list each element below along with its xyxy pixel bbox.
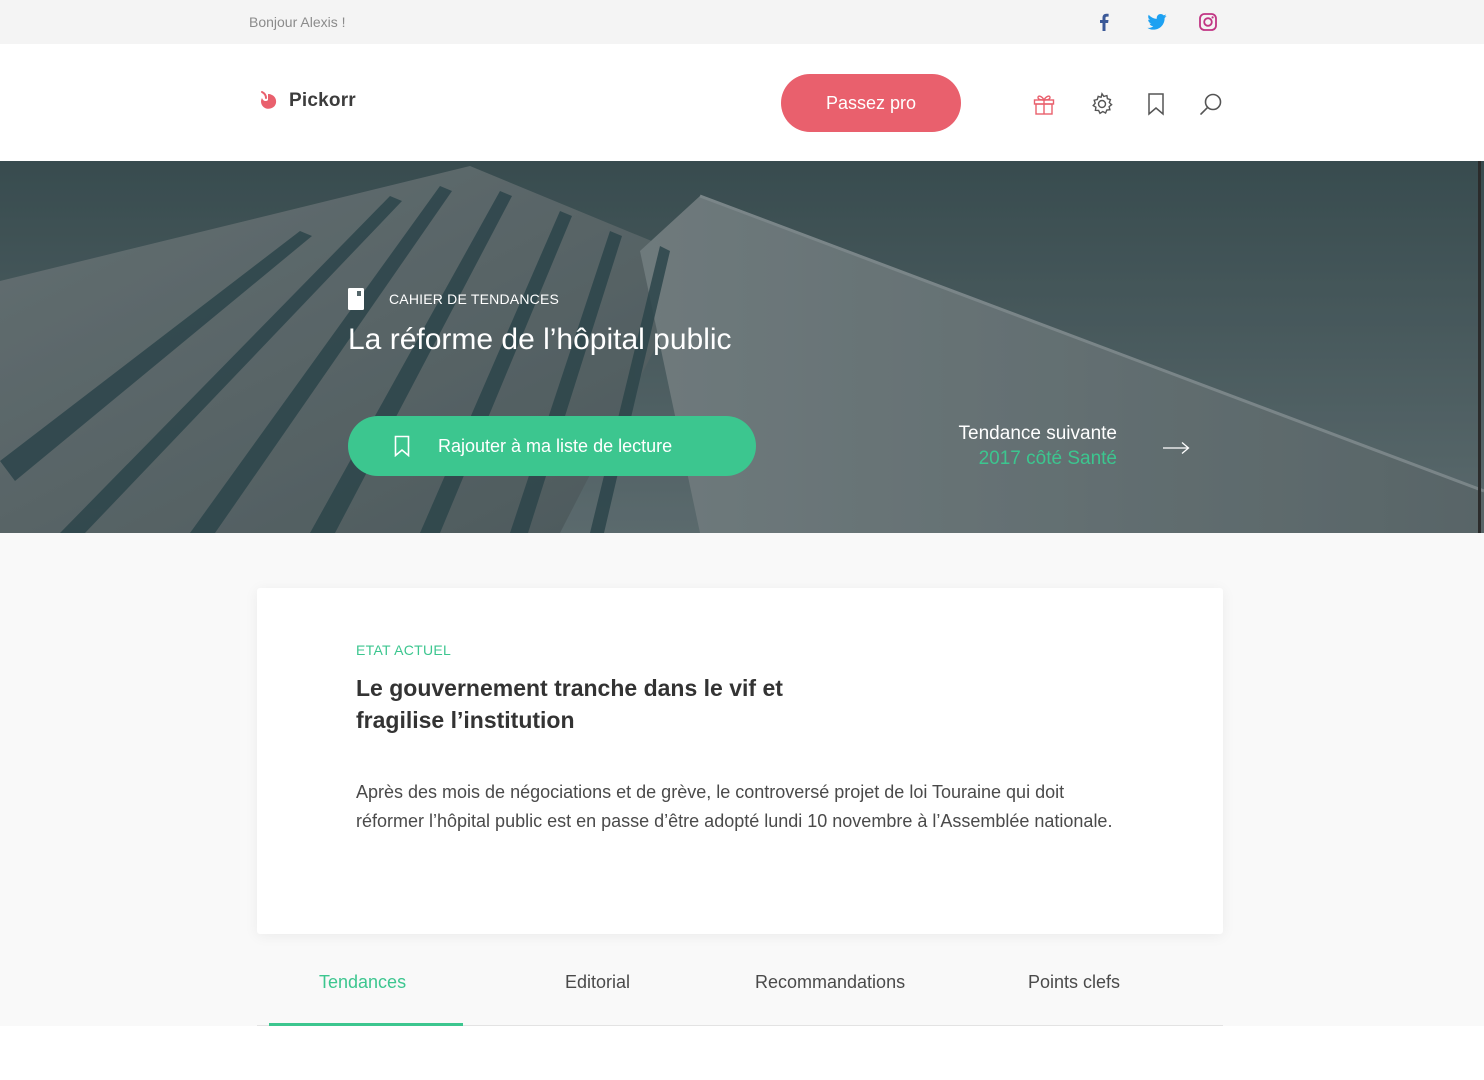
summary-card: ETAT ACTUEL Le gouvernement tranche dans… — [257, 588, 1223, 934]
hero-background-image — [0, 161, 1484, 533]
next-trend-title: 2017 côté Santé — [978, 448, 1117, 469]
top-bar: Bonjour Alexis ! — [0, 0, 1484, 44]
instagram-icon[interactable] — [1198, 12, 1218, 32]
brand-name: Pickorr — [289, 90, 356, 111]
tab-points-clefs[interactable]: Points clefs — [1028, 972, 1120, 993]
logo-mark-icon — [261, 91, 277, 109]
tab-editorial[interactable]: Editorial — [565, 972, 630, 993]
hero-title: La réforme de l’hôpital public — [348, 323, 732, 356]
notebook-icon — [348, 288, 364, 310]
card-title: Le gouvernement tranche dans le vif et f… — [356, 675, 783, 733]
main-header: Pickorr Passez pro — [0, 44, 1484, 161]
bookmark-icon[interactable] — [1143, 91, 1169, 117]
card-body: Après des mois de négociations et de grè… — [356, 782, 1113, 831]
bookmark-icon — [394, 435, 410, 457]
arrow-right-icon[interactable] — [1163, 441, 1190, 455]
card-kicker: ETAT ACTUEL — [356, 642, 452, 658]
settings-icon[interactable] — [1089, 91, 1115, 117]
next-trend-link[interactable]: Tendance suivante 2017 côté Santé — [959, 423, 1117, 470]
scrollbar-edge — [1478, 161, 1481, 533]
gift-icon[interactable] — [1031, 91, 1057, 117]
search-icon[interactable] — [1198, 91, 1224, 117]
tab-tendances[interactable]: Tendances — [319, 972, 406, 993]
hero-kicker: CAHIER DE TENDANCES — [348, 288, 559, 310]
twitter-icon[interactable] — [1147, 12, 1167, 32]
tab-recommandations[interactable]: Recommandations — [755, 972, 905, 993]
hero-banner: CAHIER DE TENDANCES La réforme de l’hôpi… — [0, 161, 1484, 533]
active-tab-indicator — [269, 1023, 463, 1026]
add-to-reading-list-label: Rajouter à ma liste de lecture — [438, 435, 673, 456]
go-pro-button[interactable]: Passez pro — [781, 74, 961, 132]
section-tabs: Tendances Editorial Recommandations Poin… — [257, 960, 1223, 1026]
add-to-reading-list-button[interactable]: Rajouter à ma liste de lecture — [348, 416, 756, 476]
greeting-text: Bonjour Alexis ! — [249, 14, 346, 30]
brand-logo[interactable]: Pickorr — [257, 90, 356, 112]
hero-kicker-label: CAHIER DE TENDANCES — [389, 291, 560, 307]
facebook-icon[interactable] — [1094, 12, 1114, 32]
next-trend-label: Tendance suivante — [958, 423, 1117, 444]
